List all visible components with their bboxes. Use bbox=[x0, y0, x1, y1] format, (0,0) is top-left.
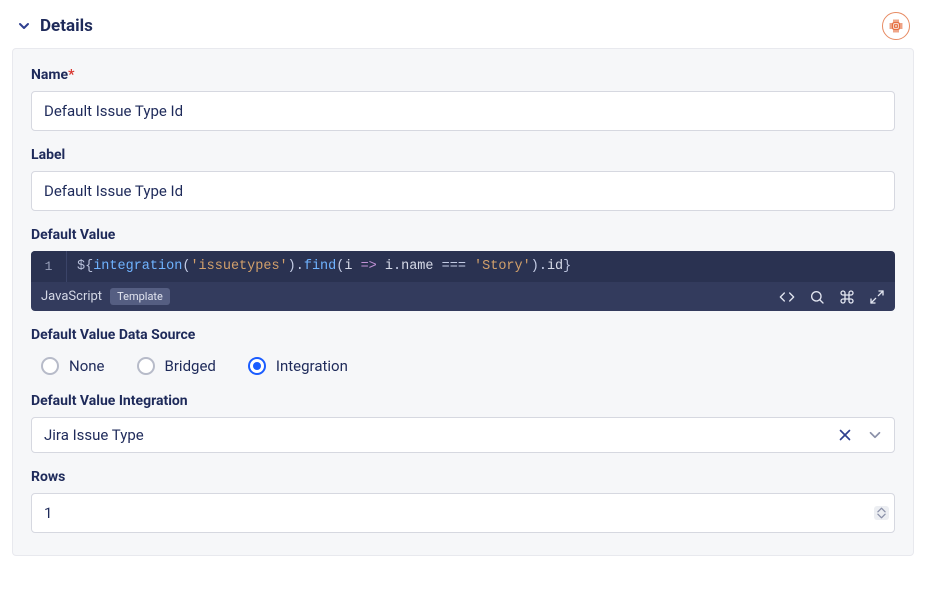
radio-icon bbox=[41, 357, 59, 375]
code-language: JavaScript bbox=[41, 289, 102, 304]
stepper-down-icon bbox=[877, 513, 886, 519]
radio-integration[interactable]: Integration bbox=[248, 357, 348, 375]
rows-input[interactable] bbox=[31, 493, 895, 533]
code-editor[interactable]: 1 ${integration('issuetypes').find(i => … bbox=[31, 251, 895, 311]
section-title: Details bbox=[40, 16, 93, 36]
label-label: Label bbox=[31, 147, 895, 163]
chevron-down-icon[interactable] bbox=[866, 426, 884, 444]
code-gutter: 1 bbox=[31, 251, 67, 282]
integration-value: Jira Issue Type bbox=[44, 426, 144, 444]
data-source-label: Default Value Data Source bbox=[31, 327, 895, 343]
data-source-radio-group: None Bridged Integration bbox=[31, 351, 895, 377]
integration-label: Default Value Integration bbox=[31, 393, 895, 409]
radio-integration-label: Integration bbox=[276, 357, 348, 375]
name-label-text: Name bbox=[31, 67, 68, 83]
code-footer: JavaScript Template bbox=[31, 282, 895, 311]
command-icon[interactable] bbox=[839, 289, 855, 305]
chip-icon-button[interactable] bbox=[882, 12, 910, 40]
integration-field-group: Default Value Integration Jira Issue Typ… bbox=[31, 393, 895, 453]
radio-none[interactable]: None bbox=[41, 357, 105, 375]
default-value-label: Default Value bbox=[31, 227, 895, 243]
code-icon[interactable] bbox=[779, 289, 795, 305]
radio-bridged-label: Bridged bbox=[165, 357, 216, 375]
name-field-group: Name* bbox=[31, 67, 895, 131]
clear-icon[interactable] bbox=[836, 426, 854, 444]
name-input[interactable] bbox=[31, 91, 895, 131]
required-marker: * bbox=[68, 67, 74, 83]
code-content[interactable]: ${integration('issuetypes').find(i => i.… bbox=[67, 251, 581, 282]
radio-icon bbox=[137, 357, 155, 375]
integration-select[interactable]: Jira Issue Type bbox=[31, 417, 895, 453]
label-field-group: Label bbox=[31, 147, 895, 211]
data-source-field-group: Default Value Data Source None Bridged I… bbox=[31, 327, 895, 377]
default-value-field-group: Default Value 1 ${integration('issuetype… bbox=[31, 227, 895, 311]
rows-stepper[interactable] bbox=[874, 506, 889, 520]
rows-label: Rows bbox=[31, 469, 895, 485]
details-header: Details bbox=[0, 0, 926, 48]
search-icon[interactable] bbox=[809, 289, 825, 305]
radio-bridged[interactable]: Bridged bbox=[137, 357, 216, 375]
radio-icon bbox=[248, 357, 266, 375]
details-panel: Name* Label Default Value 1 ${integratio… bbox=[12, 48, 914, 556]
name-label: Name* bbox=[31, 67, 895, 83]
radio-none-label: None bbox=[69, 357, 105, 375]
label-input[interactable] bbox=[31, 171, 895, 211]
rows-field-group: Rows bbox=[31, 469, 895, 533]
code-template-badge: Template bbox=[110, 288, 170, 305]
expand-icon[interactable] bbox=[869, 289, 885, 305]
collapse-icon[interactable] bbox=[16, 18, 32, 34]
